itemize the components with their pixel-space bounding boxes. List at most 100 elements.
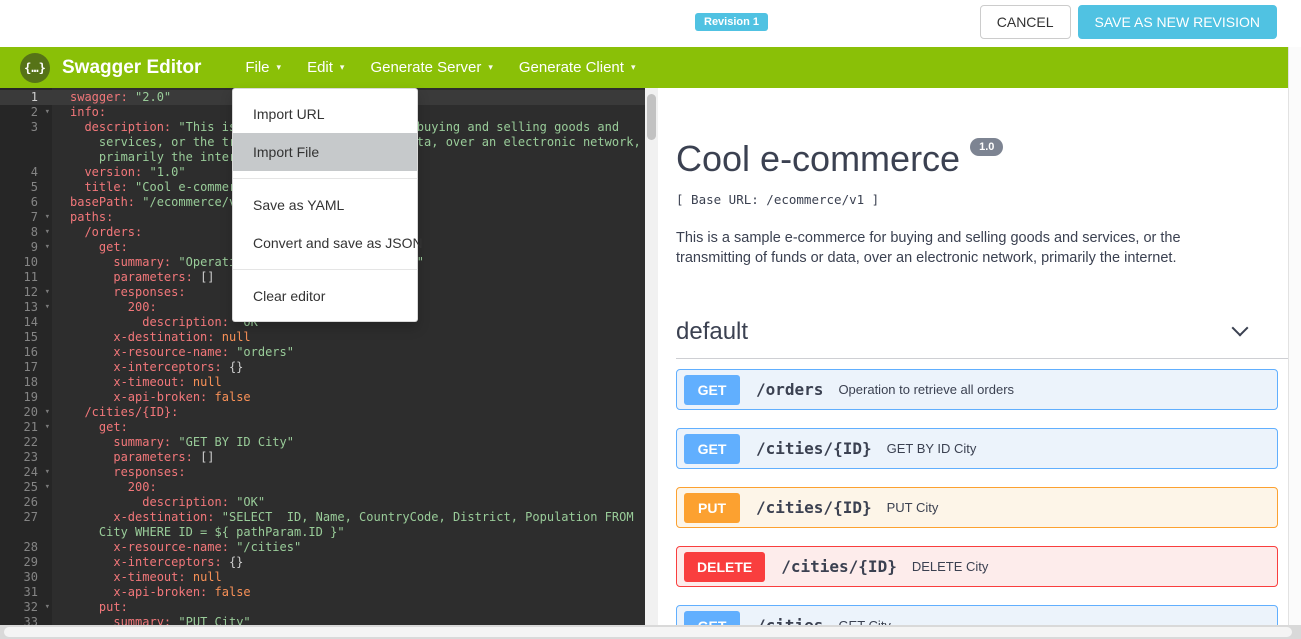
line-number: 12 xyxy=(24,285,38,299)
horizontal-scrollbar-thumb[interactable] xyxy=(4,627,1292,637)
endpoint-row-put-cities-id[interactable]: PUT/cities/{ID}PUT City xyxy=(676,487,1278,528)
code-token: City WHERE ID = ${ pathParam.ID }" xyxy=(99,525,345,539)
code-token: x-destination: xyxy=(113,330,214,344)
file-menu-item-import-file[interactable]: Import File xyxy=(233,133,417,171)
code-token: "OK" xyxy=(236,495,265,509)
code-token: description: xyxy=(142,495,229,509)
code-token: x-destination: xyxy=(113,510,214,524)
endpoint-row-delete-cities-id[interactable]: DELETE/cities/{ID}DELETE City xyxy=(676,546,1278,587)
fold-toggle-icon[interactable]: ▾ xyxy=(45,300,50,315)
menu-generate-server[interactable]: Generate Server▾ xyxy=(370,59,492,76)
code-token: x-api-broken: xyxy=(113,390,207,404)
fold-toggle-icon[interactable]: ▾ xyxy=(45,600,50,615)
chevron-down-icon[interactable] xyxy=(1232,320,1249,337)
line-number: 1 xyxy=(31,90,38,104)
section-title: default xyxy=(676,318,748,346)
menubar: File▾ Edit▾ Generate Server▾ Generate Clien… xyxy=(245,59,635,76)
gutter-line: 3 xyxy=(0,120,52,135)
code-token: "SELECT ID, Name, CountryCode, District,… xyxy=(222,510,634,524)
endpoint-summary: DELETE City xyxy=(912,559,989,574)
gutter-line: 9▾ xyxy=(0,240,52,255)
api-version-badge: 1.0 xyxy=(970,138,1003,156)
code-token: /orders: xyxy=(84,225,142,239)
cancel-button[interactable]: CANCEL xyxy=(980,5,1071,39)
code-token: "GET BY ID City" xyxy=(178,435,294,449)
tag-section-header[interactable]: default xyxy=(676,318,1288,346)
editor-gutter: 12▾34567▾8▾9▾101112▾13▾14151617181920▾21… xyxy=(0,88,52,639)
code-token: {} xyxy=(222,555,244,569)
fold-toggle-icon[interactable]: ▾ xyxy=(45,405,50,420)
fold-toggle-icon[interactable]: ▾ xyxy=(45,480,50,495)
menu-divider xyxy=(233,178,417,179)
line-number: 29 xyxy=(24,555,38,569)
menu-generate-client[interactable]: Generate Client▾ xyxy=(519,59,636,76)
menu-edit[interactable]: Edit▾ xyxy=(307,59,344,76)
gutter-line: 14 xyxy=(0,315,52,330)
gutter-line: 11 xyxy=(0,270,52,285)
line-number: 4 xyxy=(31,165,38,179)
code-token xyxy=(70,600,99,614)
fold-toggle-icon[interactable]: ▾ xyxy=(45,225,50,240)
endpoint-path: /cities/{ID} xyxy=(756,439,872,458)
code-token xyxy=(70,525,99,539)
code-token: 200: xyxy=(128,480,157,494)
line-number: 22 xyxy=(24,435,38,449)
line-number: 20 xyxy=(24,405,38,419)
gutter-line: 16 xyxy=(0,345,52,360)
code-token: false xyxy=(215,585,251,599)
line-number: 14 xyxy=(24,315,38,329)
code-token: x-timeout: xyxy=(113,570,185,584)
app-title: Swagger Editor xyxy=(62,57,201,79)
code-token: x-timeout: xyxy=(113,375,185,389)
code-token: responses: xyxy=(113,285,185,299)
menu-file[interactable]: File▾ xyxy=(245,59,281,76)
fold-toggle-icon[interactable]: ▾ xyxy=(45,210,50,225)
endpoint-row-get-orders[interactable]: GET/ordersOperation to retrieve all orde… xyxy=(676,369,1278,410)
file-menu-item-import-url[interactable]: Import URL xyxy=(233,95,417,133)
fold-toggle-icon[interactable]: ▾ xyxy=(45,465,50,480)
code-token: info: xyxy=(70,105,106,119)
fold-toggle-icon[interactable]: ▾ xyxy=(45,105,50,120)
code-token xyxy=(70,405,84,419)
method-badge: GET xyxy=(684,434,740,464)
endpoint-path: /cities/{ID} xyxy=(756,498,872,517)
gutter-line: 13▾ xyxy=(0,300,52,315)
code-token: version: xyxy=(84,165,142,179)
code-token: "orders" xyxy=(236,345,294,359)
file-menu-item-save-as-yaml[interactable]: Save as YAML xyxy=(233,186,417,224)
code-token: x-resource-name: xyxy=(113,345,229,359)
code-token xyxy=(186,375,193,389)
fold-toggle-icon[interactable]: ▾ xyxy=(45,240,50,255)
file-menu-item-convert-and-save-as-json[interactable]: Convert and save as JSON xyxy=(233,224,417,262)
code-token xyxy=(70,150,99,164)
endpoint-row-get-cities-id[interactable]: GET/cities/{ID}GET BY ID City xyxy=(676,428,1278,469)
fold-toggle-icon[interactable]: ▾ xyxy=(45,420,50,435)
save-as-new-revision-button[interactable]: SAVE AS NEW REVISION xyxy=(1078,5,1277,39)
endpoint-path: /cities/{ID} xyxy=(781,557,897,576)
app-header: {…} Swagger Editor File▾ Edit▾ Generate Se… xyxy=(0,47,1288,88)
gutter-line: 24▾ xyxy=(0,465,52,480)
swagger-logo-icon: {…} xyxy=(20,53,50,83)
horizontal-scrollbar[interactable] xyxy=(0,625,1301,639)
code-line: put: xyxy=(52,600,645,615)
fold-toggle-icon[interactable]: ▾ xyxy=(45,285,50,300)
code-line: x-destination: "SELECT ID, Name, Country… xyxy=(52,510,645,525)
line-number: 2 xyxy=(31,105,38,119)
gutter-line: 28 xyxy=(0,540,52,555)
line-number: 26 xyxy=(24,495,38,509)
code-token xyxy=(70,585,113,599)
editor-scrollbar-thumb[interactable] xyxy=(647,94,656,140)
gutter-line: 31 xyxy=(0,585,52,600)
code-token: get: xyxy=(99,420,128,434)
code-token: null xyxy=(193,375,222,389)
gutter-line: 6 xyxy=(0,195,52,210)
endpoints-list: GET/ordersOperation to retrieve all orde… xyxy=(676,369,1288,639)
file-menu-item-clear-editor[interactable]: Clear editor xyxy=(233,277,417,315)
code-token xyxy=(70,555,113,569)
line-number: 21 xyxy=(24,420,38,434)
page-vertical-scrollbar[interactable] xyxy=(1288,47,1301,639)
api-docs-panel: Cool e-commerce 1.0 [ Base URL: /ecommer… xyxy=(658,88,1288,639)
endpoint-path: /orders xyxy=(756,380,823,399)
editor-vertical-scrollbar[interactable] xyxy=(645,88,658,639)
code-token: get: xyxy=(99,240,128,254)
